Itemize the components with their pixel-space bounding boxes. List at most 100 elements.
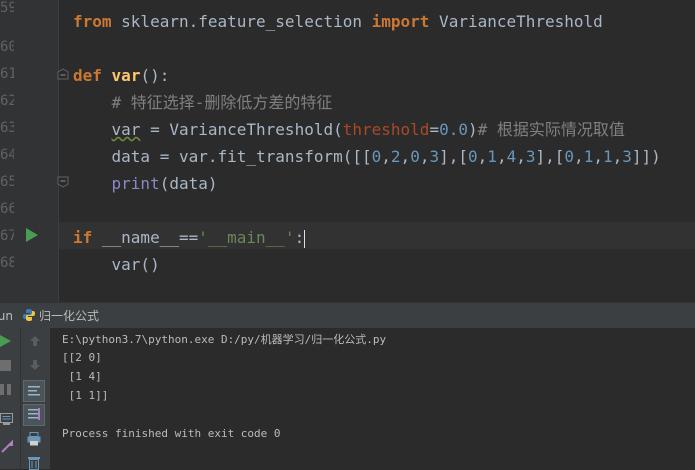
scroll-to-end-icon[interactable] <box>23 404 45 426</box>
code-text: (data) <box>159 174 218 193</box>
code-text: , <box>381 147 391 166</box>
console-toolbar <box>20 328 50 470</box>
builtin-print: print <box>111 174 160 193</box>
number: 0 <box>371 147 382 166</box>
code-text: ) <box>467 120 478 139</box>
console-line: [[2 0] <box>62 351 102 364</box>
settings-icon[interactable] <box>0 440 14 454</box>
console-line: Process finished with exit code 0 <box>62 427 281 440</box>
text-caret <box>304 229 306 248</box>
console-line: [1 4] <box>62 370 102 383</box>
function-name: var <box>111 66 141 85</box>
code-line-64[interactable]: data = var.fit_transform([[0,2,0,3],[0,1… <box>73 143 661 170</box>
run-panel-header: Run 归一化公式 <box>0 302 695 328</box>
code-text: : <box>294 228 305 247</box>
comment: # 特征选择-删除低方差的特征 <box>111 93 333 112</box>
run-controls-toolbar <box>0 328 20 469</box>
import-name: VarianceThreshold <box>429 12 603 31</box>
number: 0 <box>410 147 420 166</box>
code-line-65[interactable]: print(data) <box>73 170 218 197</box>
play-icon[interactable] <box>25 227 39 243</box>
clear-icon[interactable] <box>27 456 41 470</box>
code-line-59[interactable]: from sklearn.feature_selection import Va… <box>73 8 603 35</box>
code-line-67[interactable]: if __name__=='__main__': <box>73 224 306 251</box>
keyword-argument: threshold <box>342 120 430 139</box>
code-line-63[interactable]: var = VarianceThreshold(threshold=0.0)# … <box>73 116 625 143</box>
number: 1 <box>602 147 613 166</box>
keyword: if <box>73 228 93 247</box>
keyword: from <box>73 12 112 31</box>
code-text: , <box>593 147 603 166</box>
print-icon[interactable] <box>27 432 41 446</box>
code-text: = VarianceThreshold( <box>140 120 343 139</box>
run-tab-label[interactable]: Run <box>0 307 13 325</box>
code-text: var() <box>111 255 160 274</box>
pause-icon[interactable] <box>0 384 12 396</box>
editor-gutter: 59 60 61 62 63 64 65 66 67 68 <box>0 0 58 302</box>
fold-collapse-icon[interactable] <box>57 68 69 80</box>
line-number: 65 <box>0 174 14 190</box>
code-line-68[interactable]: var() <box>73 251 160 278</box>
keyword: def <box>73 66 102 85</box>
run-config-name[interactable]: 归一化公式 <box>39 307 99 325</box>
line-number: 61 <box>0 66 14 82</box>
soft-wrap-icon[interactable] <box>23 380 45 402</box>
signature: (): <box>140 66 170 85</box>
code-text: ],[ <box>535 147 565 166</box>
code-line-61[interactable]: def var(): <box>73 62 169 89</box>
stop-icon[interactable] <box>0 360 12 372</box>
console-output[interactable]: E:\python3.7\python.exe D:/py/机器学习/归一化公式… <box>50 328 695 469</box>
gutter-separator <box>58 0 59 302</box>
python-icon <box>23 309 35 321</box>
fold-end-icon[interactable] <box>57 176 69 188</box>
code-text: ]]) <box>631 147 661 166</box>
code-text: , <box>516 147 526 166</box>
code-text: data = var.fit_transform([[ <box>111 147 372 166</box>
code-text: ],[ <box>439 147 469 166</box>
number: 3 <box>429 147 440 166</box>
code-text: __name__== <box>92 228 199 247</box>
console-line: E:\python3.7\python.exe D:/py/机器学习/归一化公式… <box>62 333 387 346</box>
down-arrow-icon[interactable] <box>29 359 41 371</box>
number: 0 <box>564 147 575 166</box>
line-number: 59 <box>0 0 14 16</box>
code-text: , <box>574 147 584 166</box>
dump-threads-icon[interactable] <box>0 412 14 426</box>
variable-var: var <box>111 120 141 139</box>
line-number: 67 <box>0 228 14 244</box>
code-text: , <box>496 147 507 166</box>
rerun-icon[interactable] <box>0 334 12 348</box>
number: 3 <box>525 147 536 166</box>
line-number: 60 <box>0 39 14 55</box>
number: 4 <box>506 147 517 166</box>
module-name: sklearn.feature_selection <box>111 12 372 31</box>
line-number: 68 <box>0 255 14 271</box>
number: 1 <box>583 147 594 166</box>
console-line: [1 1]] <box>62 389 109 402</box>
number: 1 <box>487 147 497 166</box>
number: 0 <box>468 147 478 166</box>
code-line-62[interactable]: # 特征选择-删除低方差的特征 <box>73 89 333 116</box>
keyword: import <box>371 12 430 31</box>
comment: # 根据实际情况取值 <box>477 120 625 139</box>
code-text: , <box>400 147 411 166</box>
number: 2 <box>390 147 401 166</box>
code-editor[interactable]: 59 60 61 62 63 64 65 66 67 68 from sklea… <box>0 0 695 302</box>
string-literal: '__main__' <box>198 228 295 247</box>
number: 3 <box>622 147 632 166</box>
line-number: 66 <box>0 201 14 217</box>
code-text: , <box>477 147 488 166</box>
code-text: = <box>429 120 440 139</box>
line-number: 64 <box>0 147 14 163</box>
line-number: 62 <box>0 93 14 109</box>
code-text: , <box>612 147 623 166</box>
up-arrow-icon[interactable] <box>29 335 41 347</box>
number: 0.0 <box>439 120 468 139</box>
line-number: 63 <box>0 120 14 136</box>
